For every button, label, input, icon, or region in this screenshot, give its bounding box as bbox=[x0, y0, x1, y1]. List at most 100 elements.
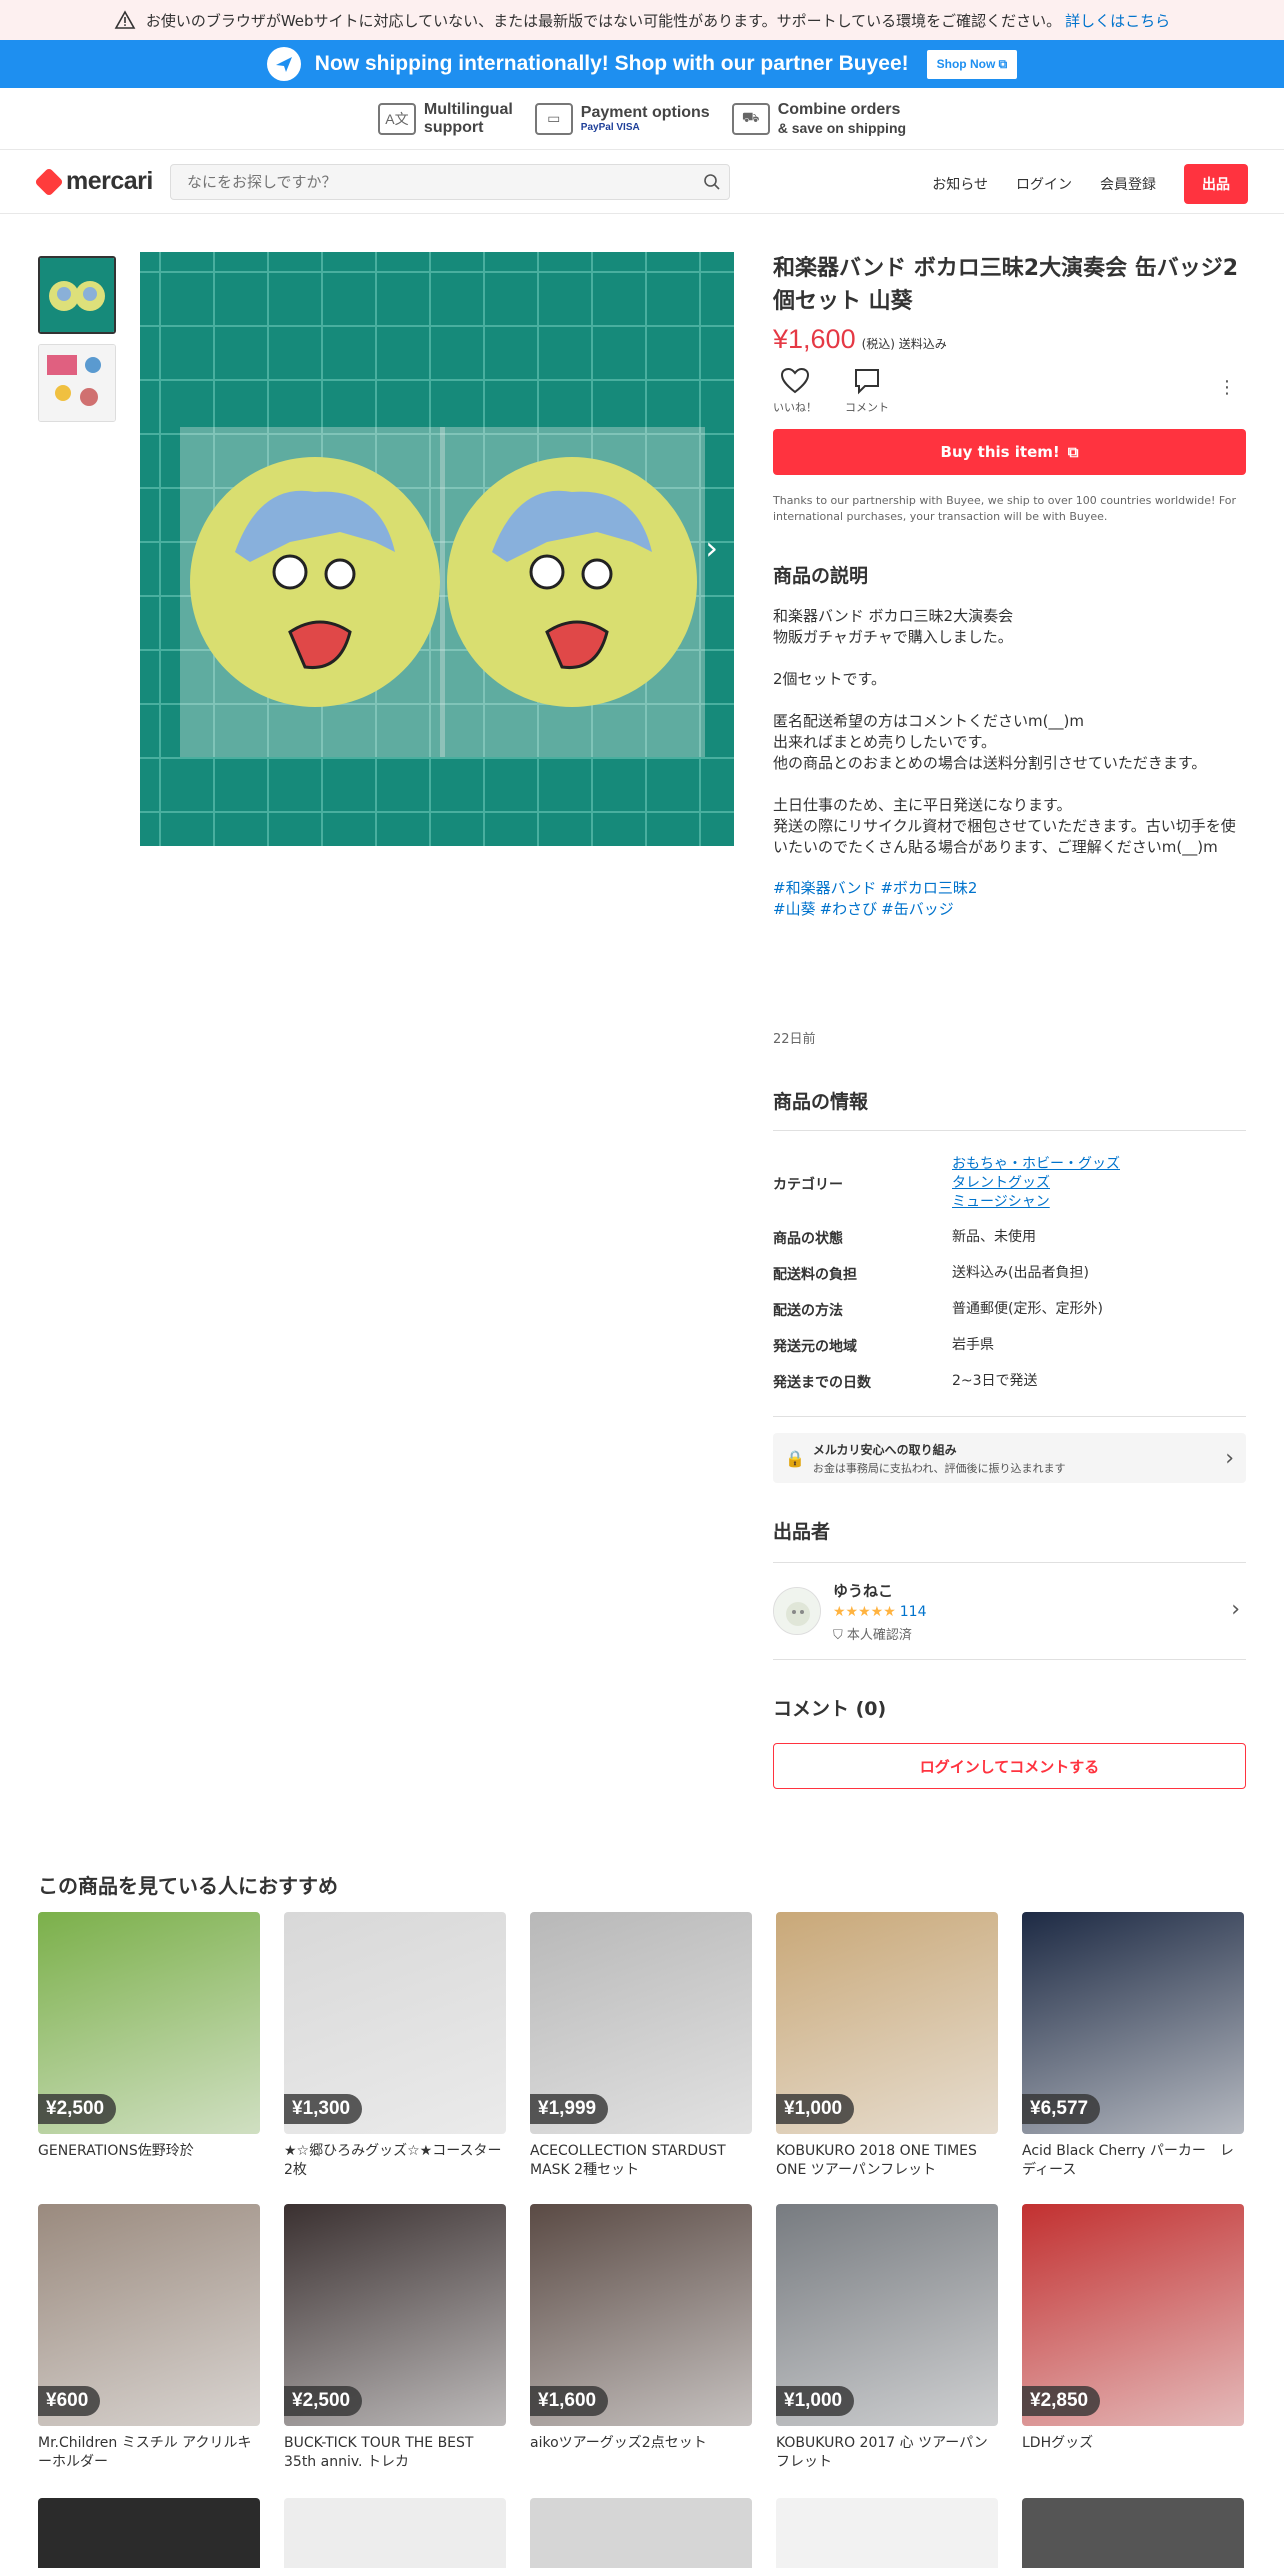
thumbnail-2[interactable] bbox=[38, 344, 116, 422]
hashtag-link[interactable]: #和楽器バンド bbox=[773, 879, 876, 897]
item-name: aikoツアーグッズ2点セット bbox=[530, 2435, 707, 2451]
info-row-category: カテゴリー おもちゃ・ホビー・グッズ タレントグッズ ミュージシャン bbox=[773, 1155, 1120, 1212]
hashtag-link[interactable]: #山葵 bbox=[773, 900, 816, 918]
recommend-item-card[interactable]: ¥1,600 aikoツアーグッズ2点セット bbox=[530, 2204, 752, 2472]
comment-button[interactable]: コメント bbox=[845, 367, 889, 415]
login-to-comment-button[interactable]: ログインしてコメントする bbox=[773, 1743, 1246, 1789]
shop-now-button[interactable]: Shop Now ⧉ bbox=[926, 49, 1018, 79]
item-thumbnail[interactable] bbox=[1022, 2498, 1244, 2568]
item-price-badge: ¥2,850 bbox=[1022, 2386, 1101, 2416]
verified-badge: ⛉ 本人確認済 bbox=[833, 1627, 912, 1643]
item-price-badge: ¥1,000 bbox=[776, 2094, 855, 2124]
buyee-partner-note: Thanks to our partnership with Buyee, we… bbox=[773, 494, 1237, 523]
info-row-ship-days: 発送までの日数 2~3日で発送 bbox=[773, 1373, 1038, 1391]
category-link[interactable]: ミュージシャン bbox=[952, 1193, 1120, 1212]
info-row-condition: 商品の状態 新品、未使用 bbox=[773, 1229, 1036, 1247]
item-price-badge: ¥600 bbox=[38, 2386, 101, 2416]
external-link-icon: ⧉ bbox=[1067, 443, 1079, 461]
recommend-item-card[interactable]: ¥2,850 LDHグッズ bbox=[1022, 2204, 1244, 2472]
item-thumbnail: ¥2,500 bbox=[38, 1912, 260, 2134]
item-price-badge: ¥6,577 bbox=[1022, 2094, 1101, 2124]
hashtag-link[interactable]: #ボカロ三昧2 bbox=[880, 879, 977, 897]
shield-check-icon: ⛉ bbox=[833, 1627, 843, 1643]
buyee-message: Now shipping internationally! Shop with … bbox=[314, 52, 909, 75]
recommend-item-card[interactable]: ¥6,577 Acid Black Cherry パーカー レディース bbox=[1022, 1912, 1244, 2180]
rating-stars-icon: ★★★★★ bbox=[833, 1603, 896, 1620]
nav-signup[interactable]: 会員登録 bbox=[1100, 174, 1156, 194]
item-price-badge: ¥1,600 bbox=[530, 2386, 609, 2416]
item-thumbnail: ¥1,000 bbox=[776, 1912, 998, 2134]
sell-button[interactable]: 出品 bbox=[1184, 164, 1248, 204]
item-price-badge: ¥2,500 bbox=[38, 2094, 117, 2124]
recommend-item-card[interactable]: ¥1,000 KOBUKURO 2017 心 ツアーパンフレット bbox=[776, 2204, 998, 2472]
recommend-item-card[interactable]: ¥1,999 ACECOLLECTION STARDUST MASK 2種セット bbox=[530, 1912, 752, 2180]
product-description: 和楽器バンド ボカロ三昧2大演奏会 物販ガチャガチャで購入しました。 2個セット… bbox=[773, 607, 1236, 856]
item-thumbnail: ¥2,500 bbox=[284, 2204, 506, 2426]
item-thumbnail: ¥600 bbox=[38, 2204, 260, 2426]
image-thumbnails bbox=[38, 256, 116, 432]
item-thumbnail: ¥1,999 bbox=[530, 1912, 752, 2134]
category-link[interactable]: おもちゃ・ホビー・グッズ bbox=[952, 1155, 1120, 1174]
more-options-icon[interactable]: ⋮ bbox=[1218, 377, 1236, 398]
buyee-features: A文 Multilingual support ▭ Payment options… bbox=[0, 88, 1284, 150]
item-price-badge: ¥1,999 bbox=[530, 2094, 609, 2124]
seller-name: ゆうねこ bbox=[833, 1581, 894, 1600]
item-thumbnail[interactable] bbox=[530, 2498, 752, 2568]
item-name: GENERATIONS佐野玲於 bbox=[38, 2143, 194, 2159]
product-detail: 和楽器バンド ボカロ三昧2大演奏会 缶バッジ2個セット 山葵 ¥1,600 (税… bbox=[773, 252, 1246, 1789]
warning-details-link[interactable]: 詳しくはこちら bbox=[1065, 10, 1170, 31]
item-thumbnail: ¥2,850 bbox=[1022, 2204, 1244, 2426]
nav-notifications[interactable]: お知らせ bbox=[932, 174, 988, 194]
search-icon[interactable] bbox=[703, 173, 721, 191]
buy-button[interactable]: Buy this item! ⧉ bbox=[773, 429, 1246, 475]
item-name: KOBUKURO 2017 心 ツアーパンフレット bbox=[776, 2435, 988, 2470]
item-name: BUCK-TICK TOUR THE BEST 35th anniv. トレカ bbox=[284, 2435, 474, 2470]
recommend-item-card[interactable]: ¥2,500 BUCK-TICK TOUR THE BEST 35th anniv… bbox=[284, 2204, 506, 2472]
item-name: ★☆郷ひろみグッズ☆★コースター2枚 bbox=[284, 2143, 502, 2178]
airplane-icon bbox=[266, 47, 301, 81]
hashtag-link[interactable]: #わさび bbox=[820, 900, 878, 918]
product-price: ¥1,600 bbox=[773, 324, 856, 354]
comments-heading: コメント (0) bbox=[773, 1698, 887, 1720]
like-button[interactable]: いいね！ bbox=[773, 367, 817, 415]
avatar bbox=[773, 1587, 821, 1635]
hashtag-link[interactable]: #缶バッジ bbox=[881, 900, 954, 918]
category-link[interactable]: タレントグッズ bbox=[952, 1174, 1120, 1193]
next-image-chevron-icon[interactable]: › bbox=[705, 529, 718, 567]
price-row: ¥1,600 (税込) 送料込み bbox=[773, 324, 1246, 355]
item-name: KOBUKURO 2018 ONE TIMES ONE ツアーパンフレット bbox=[776, 2143, 977, 2178]
item-price-badge: ¥1,000 bbox=[776, 2386, 855, 2416]
search-input[interactable] bbox=[171, 165, 671, 199]
recommend-item-card[interactable]: ¥600 Mr.Children ミスチル アクリルキーホルダー bbox=[38, 2204, 260, 2472]
recommend-item-card[interactable]: ¥2,500 GENERATIONS佐野玲於 bbox=[38, 1912, 260, 2180]
site-header: mercari お知らせ ログイン 会員登録 出品 bbox=[0, 150, 1284, 214]
item-thumbnail[interactable] bbox=[38, 2498, 260, 2568]
divider bbox=[773, 1416, 1246, 1417]
item-price-badge: ¥1,300 bbox=[284, 2094, 363, 2124]
recommend-item-card[interactable]: ¥1,000 KOBUKURO 2018 ONE TIMES ONE ツアーパンフ… bbox=[776, 1912, 998, 2180]
truck-icon: ⛟ bbox=[731, 102, 770, 135]
recommend-grid: ¥2,500 GENERATIONS佐野玲於 ¥1,300 ★☆郷ひろみグッズ☆★コー… bbox=[38, 1912, 1246, 2472]
thumbnail-1[interactable] bbox=[38, 256, 116, 334]
comment-icon bbox=[855, 369, 879, 395]
nav-login[interactable]: ログイン bbox=[1016, 174, 1072, 194]
chevron-right-icon: › bbox=[1231, 1597, 1240, 1622]
tax-shipping-note: (税込) 送料込み bbox=[861, 337, 947, 351]
warning-icon bbox=[114, 10, 136, 29]
info-heading: 商品の情報 bbox=[773, 1091, 869, 1113]
item-actions: いいね！ コメント ⋮ bbox=[773, 367, 1246, 421]
item-thumbnail[interactable] bbox=[776, 2498, 998, 2568]
safety-banner[interactable]: 🔒 メルカリ安心への取り組み お金は事務局に支払われ、評価後に振り込まれます › bbox=[773, 1433, 1246, 1483]
product-main-image: › bbox=[140, 252, 734, 846]
recommend-item-card[interactable]: ¥1,300 ★☆郷ひろみグッズ☆★コースター2枚 bbox=[284, 1912, 506, 2180]
mercari-logo[interactable]: mercari bbox=[34, 166, 153, 197]
info-row-shipping-method: 配送の方法 普通郵便(定形、定形外) bbox=[773, 1301, 1103, 1319]
item-thumbnail[interactable] bbox=[284, 2498, 506, 2568]
feature-multilingual: A文 Multilingual support bbox=[377, 101, 513, 137]
item-thumbnail: ¥1,600 bbox=[530, 2204, 752, 2426]
browser-warning-bar: お使いのブラウザがWebサイトに対応していない、または最新版ではない可能性があり… bbox=[0, 0, 1284, 40]
feature-combine: ⛟ Combine orders & save on shipping bbox=[731, 101, 906, 137]
divider bbox=[773, 1130, 1246, 1131]
translate-icon: A文 bbox=[377, 102, 416, 135]
seller-card[interactable]: ゆうねこ ★★★★★ 114 ⛉ 本人確認済 › bbox=[773, 1562, 1246, 1660]
